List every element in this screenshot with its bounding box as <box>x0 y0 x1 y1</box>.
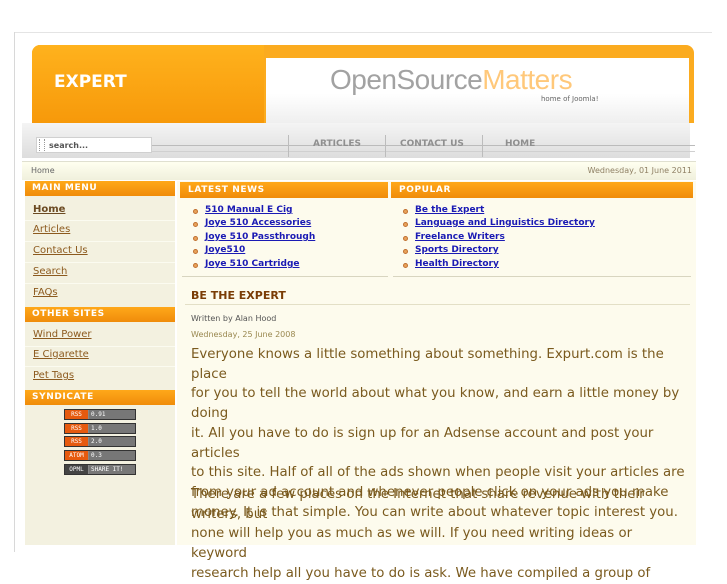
bullet-icon <box>403 249 408 254</box>
feed-type: OPML <box>65 465 88 474</box>
syndicate-title: SYNDICATE <box>32 392 94 402</box>
feed-type: RSS <box>65 410 88 419</box>
bullet-icon <box>403 209 408 214</box>
article-date: Wednesday, 25 June 2008 <box>191 330 296 339</box>
popular-item[interactable]: Health Directory <box>415 259 499 269</box>
popular-item[interactable]: Language and Linguistics Directory <box>415 218 595 228</box>
feed-type: ATOM <box>65 451 88 460</box>
menu-item-home[interactable]: Home <box>33 204 65 215</box>
menu-item-search[interactable]: Search <box>33 266 67 277</box>
brand-label: EXPERT <box>54 72 127 92</box>
breadcrumb[interactable]: Home <box>31 166 55 175</box>
latest-news-item[interactable]: Joye510 <box>205 245 245 255</box>
text-line: it. All you have to do is sign up for an… <box>191 425 654 461</box>
nav-contact-us[interactable]: CONTACT US <box>400 139 464 153</box>
popular-item[interactable]: Sports Directory <box>415 245 499 255</box>
feed-version: SHARE IT! <box>89 465 135 474</box>
nav-separator <box>385 135 386 157</box>
bullet-icon <box>193 263 198 268</box>
latest-news-item[interactable]: Joye 510 Accessories <box>205 218 311 228</box>
nav-separator <box>288 135 289 157</box>
feed-version: 0.3 <box>89 451 135 460</box>
feed-type: RSS <box>65 424 88 433</box>
nav-separator <box>482 135 483 157</box>
text-line: There are a few places on the Internet t… <box>191 487 645 522</box>
sidebar <box>25 181 175 545</box>
grip-icon <box>39 139 45 151</box>
menu-divider <box>25 366 175 367</box>
bullet-icon <box>403 236 408 241</box>
popular-title: POPULAR <box>399 185 451 195</box>
site-logo[interactable]: OpenSourceMatters <box>330 64 573 96</box>
bullet-icon <box>193 209 198 214</box>
text-line: none will help you as much as we will. I… <box>191 526 633 562</box>
breadcrumb-bar: Home Wednesday, 01 June 2011 <box>22 161 696 180</box>
popular-header: POPULAR <box>391 182 693 198</box>
menu-item-faqs[interactable]: FAQs <box>33 287 58 298</box>
menu-item-articles[interactable]: Articles <box>33 224 70 235</box>
column-rule <box>393 276 691 277</box>
latest-news-header: LATEST NEWS <box>180 182 388 198</box>
nav-home[interactable]: HOME <box>505 139 535 153</box>
text-line: Everyone knows a little something about … <box>191 347 664 382</box>
menu-divider <box>25 262 175 263</box>
text-line: research help all you have to do is ask.… <box>191 565 651 581</box>
menu-divider <box>25 346 175 347</box>
current-date: Wednesday, 01 June 2011 <box>587 166 692 175</box>
rss-091-badge[interactable]: RSS 0.91 <box>64 409 136 420</box>
feed-type: RSS <box>65 437 88 446</box>
article-paragraph: There are a few places on the Internet t… <box>191 485 691 584</box>
rss-10-badge[interactable]: RSS 1.0 <box>64 423 136 434</box>
feed-version: 1.0 <box>89 424 135 433</box>
menu-item-contact-us[interactable]: Contact Us <box>33 245 88 256</box>
popular-item[interactable]: Freelance Writers <box>415 232 505 242</box>
text-line: to this site. Half of all of the ads sho… <box>191 465 685 481</box>
popular-item[interactable]: Be the Expert <box>415 205 484 215</box>
rss-20-badge[interactable]: RSS 2.0 <box>64 436 136 447</box>
feed-version: 2.0 <box>89 437 135 446</box>
latest-news-item[interactable]: 510 Manual E Cig <box>205 205 292 215</box>
main-menu-header: MAIN MENU <box>25 181 175 196</box>
logo-tagline: home of Joomla! <box>541 95 599 103</box>
feed-version: 0.91 <box>89 410 135 419</box>
title-rule <box>185 304 690 305</box>
article-title: BE THE EXPERT <box>191 289 286 302</box>
bullet-icon <box>403 263 408 268</box>
menu-divider <box>25 220 175 221</box>
search-box <box>36 137 152 153</box>
other-site-e-cigarette[interactable]: E Cigarette <box>33 349 89 360</box>
search-input[interactable] <box>49 138 149 152</box>
latest-news-item[interactable]: Joye 510 Passthrough <box>205 232 315 242</box>
other-site-pet-tags[interactable]: Pet Tags <box>33 370 74 381</box>
menu-divider <box>25 283 175 284</box>
syndicate-header: SYNDICATE <box>25 390 175 405</box>
other-sites-header: OTHER SITES <box>25 307 175 322</box>
logo-part1: OpenSource <box>330 64 483 95</box>
text-line: for you to tell the world about what you… <box>191 386 680 422</box>
bullet-icon <box>403 222 408 227</box>
logo-part2: Matters <box>482 64 573 95</box>
bullet-icon <box>193 222 198 227</box>
latest-news-item[interactable]: Joye 510 Cartridge <box>205 259 300 269</box>
article-author: Written by Alan Hood <box>191 314 277 323</box>
bullet-icon <box>193 249 198 254</box>
site-brand[interactable]: EXPERT <box>32 45 264 123</box>
menu-divider <box>25 241 175 242</box>
nav-articles[interactable]: ARTICLES <box>313 139 361 153</box>
column-rule <box>182 276 388 277</box>
other-site-wind-power[interactable]: Wind Power <box>33 329 92 340</box>
bullet-icon <box>193 236 198 241</box>
opml-badge[interactable]: OPML SHARE IT! <box>64 464 136 475</box>
latest-news-title: LATEST NEWS <box>188 185 265 195</box>
atom-03-badge[interactable]: ATOM 0.3 <box>64 450 136 461</box>
main-menu-title: MAIN MENU <box>32 183 98 193</box>
other-sites-title: OTHER SITES <box>32 309 105 319</box>
